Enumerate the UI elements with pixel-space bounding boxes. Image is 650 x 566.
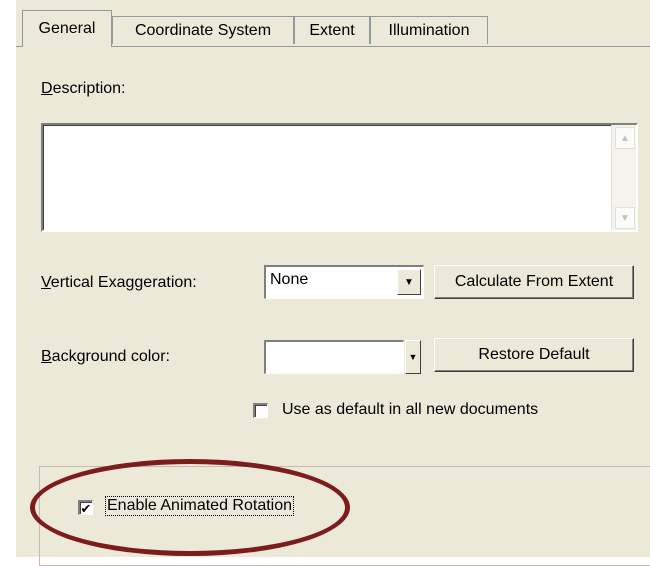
vertical-exaggeration-combo[interactable]: None ▼: [264, 265, 424, 299]
tab-extent[interactable]: Extent: [294, 16, 370, 44]
description-scrollbar[interactable]: ▲ ▼: [611, 125, 636, 230]
vertical-exaggeration-value: None: [270, 271, 309, 288]
tab-illumination[interactable]: Illumination: [370, 16, 488, 44]
vertical-exaggeration-label: Vertical Exaggeration:: [41, 274, 197, 291]
tab-extent-label: Extent: [309, 21, 355, 39]
background-color-picker[interactable]: ▼: [264, 340, 428, 374]
background-color-label: Background color:: [41, 348, 170, 365]
rotation-groupbox: [39, 466, 650, 566]
tab-strip: General Coordinate System Extent Illumin…: [16, 10, 650, 47]
scroll-down-icon[interactable]: ▼: [615, 207, 635, 229]
background-color-swatch[interactable]: [264, 340, 404, 374]
enable-animated-rotation-label: Enable Animated Rotation: [104, 496, 295, 516]
tab-coordinate-system-label: Coordinate System: [134, 21, 272, 39]
scene-properties-dialog: General Coordinate System Extent Illumin…: [16, 0, 650, 566]
use-as-default-label: Use as default in all new documents: [282, 401, 539, 418]
restore-default-button[interactable]: Restore Default: [434, 338, 634, 372]
checkmark-icon: ✔: [80, 500, 92, 516]
tab-general-label: General: [38, 20, 96, 37]
use-as-default-checkbox[interactable]: [253, 403, 268, 418]
calculate-from-extent-button[interactable]: Calculate From Extent: [434, 265, 634, 299]
color-dropdown-icon[interactable]: ▼: [405, 340, 421, 374]
description-label: Description:: [41, 80, 126, 97]
tab-coordinate-system[interactable]: Coordinate System: [112, 16, 294, 44]
dropdown-arrow-icon[interactable]: ▼: [397, 269, 421, 295]
tab-general[interactable]: General: [22, 10, 112, 47]
description-textarea[interactable]: ▲ ▼: [41, 123, 638, 232]
tab-illumination-label: Illumination: [388, 21, 470, 39]
enable-animated-rotation-checkbox[interactable]: ✔: [78, 500, 93, 515]
scroll-up-icon[interactable]: ▲: [615, 127, 635, 149]
